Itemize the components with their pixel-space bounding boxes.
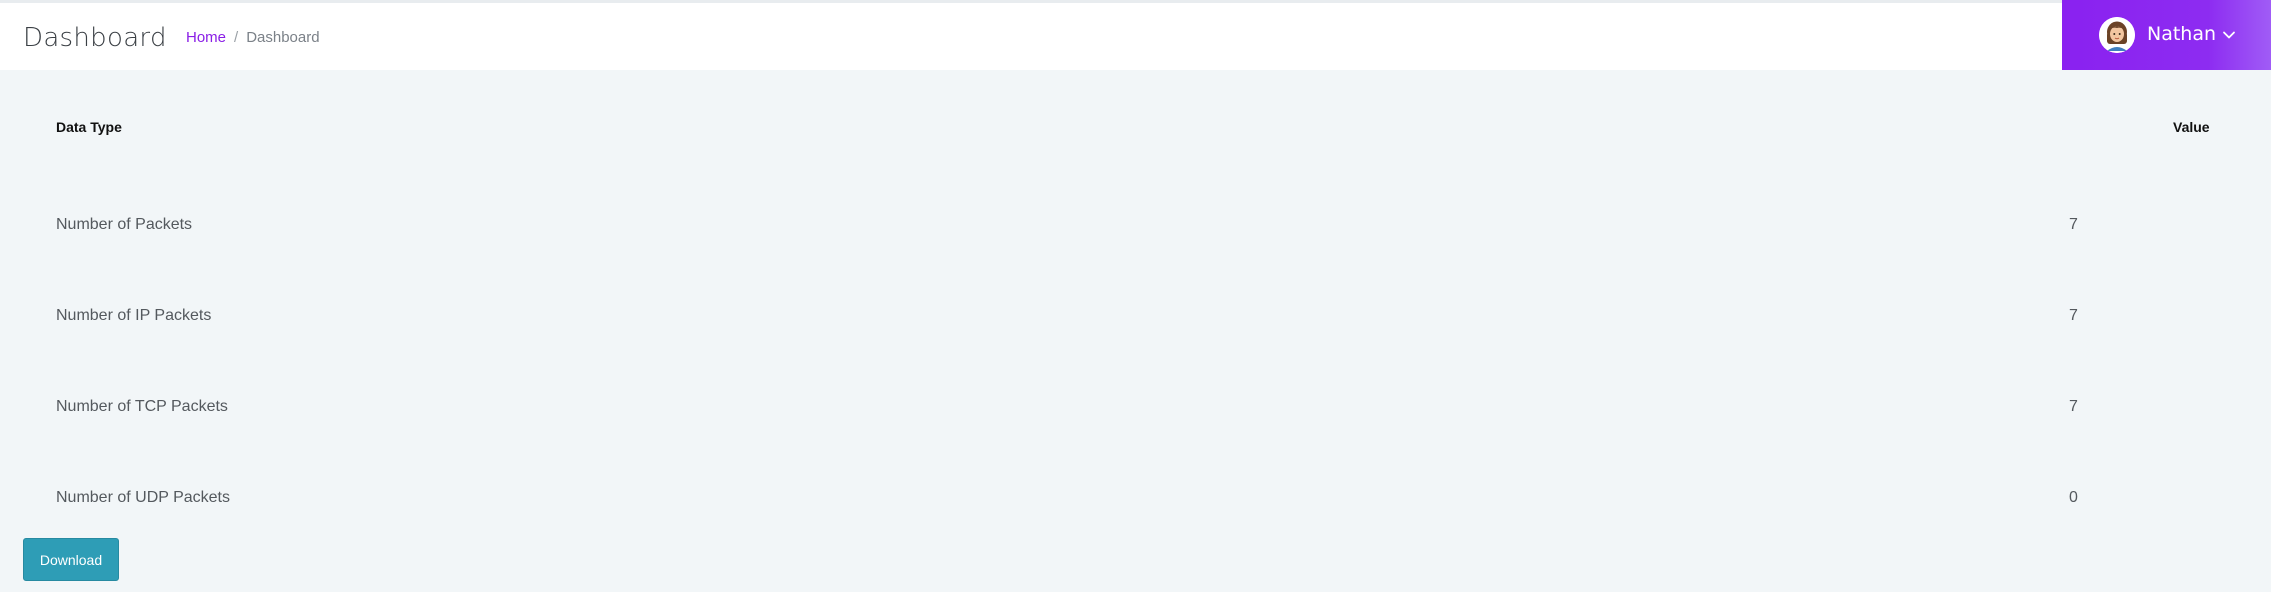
table-row: Number of IP Packets 7 — [0, 307, 2271, 347]
row-data-type: Number of Packets — [56, 216, 193, 233]
page-header: Dashboard Home / Dashboard — [0, 3, 2271, 70]
breadcrumb-current: Dashboard — [246, 29, 320, 46]
page-title: Dashboard — [23, 23, 167, 53]
breadcrumb-home-link[interactable]: Home — [186, 29, 226, 46]
breadcrumb: Home / Dashboard — [186, 29, 320, 46]
breadcrumb-separator: / — [234, 29, 239, 46]
row-value: 0 — [2069, 489, 2078, 506]
table-row: Number of Packets 7 — [0, 216, 2271, 256]
row-data-type: Number of TCP Packets — [56, 398, 228, 415]
user-avatar-icon — [2099, 17, 2135, 53]
chevron-down-icon — [2220, 26, 2238, 44]
column-header-value: Value — [2173, 119, 2210, 135]
download-button[interactable]: Download — [23, 538, 119, 581]
user-name: Nathan — [2147, 23, 2217, 45]
row-data-type: Number of IP Packets — [56, 307, 212, 324]
row-value: 7 — [2069, 307, 2078, 324]
column-header-data-type: Data Type — [56, 119, 122, 135]
table-row: Number of TCP Packets 7 — [0, 398, 2271, 438]
row-data-type: Number of UDP Packets — [56, 489, 230, 506]
row-value: 7 — [2069, 398, 2078, 415]
table-row: Number of UDP Packets 0 — [0, 489, 2271, 529]
user-menu[interactable]: Nathan — [2062, 0, 2271, 70]
row-value: 7 — [2069, 216, 2078, 233]
